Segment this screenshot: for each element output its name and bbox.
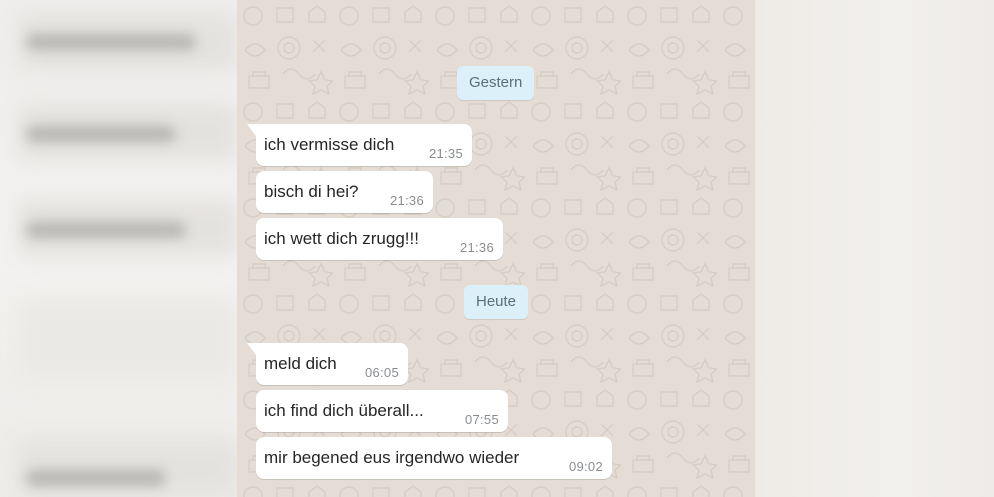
message-time: 06:05 [364, 365, 399, 380]
chat-panel: Gestern ich vermisse dich 21:35 bisch di… [237, 0, 755, 497]
blurred-row [18, 440, 237, 496]
message-time: 21:36 [389, 193, 424, 208]
message-text: mir begened eus irgendwo wieder [264, 448, 520, 467]
message-text: ich vermisse dich [264, 135, 395, 154]
message-time: 07:55 [464, 412, 499, 427]
message-bubble[interactable]: ich wett dich zrugg!!! 21:36 [256, 218, 503, 260]
message-bubble[interactable]: meld dich 06:05 [247, 343, 408, 385]
date-chip-gestern: Gestern [457, 66, 535, 100]
message-text: bisch di hei? [264, 182, 359, 201]
blurred-chat-list [0, 0, 237, 497]
message-time: 09:02 [568, 459, 603, 474]
date-chip-heute: Heute [464, 285, 529, 319]
blurred-text [26, 126, 176, 142]
blurred-text [26, 34, 196, 50]
message-text: ich wett dich zrugg!!! [264, 229, 419, 248]
message-bubble[interactable]: ich vermisse dich 21:35 [247, 124, 472, 166]
message-text: meld dich [264, 354, 337, 373]
message-time: 21:36 [459, 240, 494, 255]
blurred-text [26, 222, 186, 238]
blurred-right-panel [755, 0, 994, 497]
blurred-row [18, 300, 237, 380]
message-bubble[interactable]: bisch di hei? 21:36 [256, 171, 433, 213]
message-bubble[interactable]: ich find dich überall... 07:55 [256, 390, 508, 432]
blurred-text [26, 470, 166, 486]
message-time: 21:35 [428, 146, 463, 161]
message-text: ich find dich überall... [264, 401, 424, 420]
message-bubble[interactable]: mir begened eus irgendwo wieder 09:02 [256, 437, 612, 479]
